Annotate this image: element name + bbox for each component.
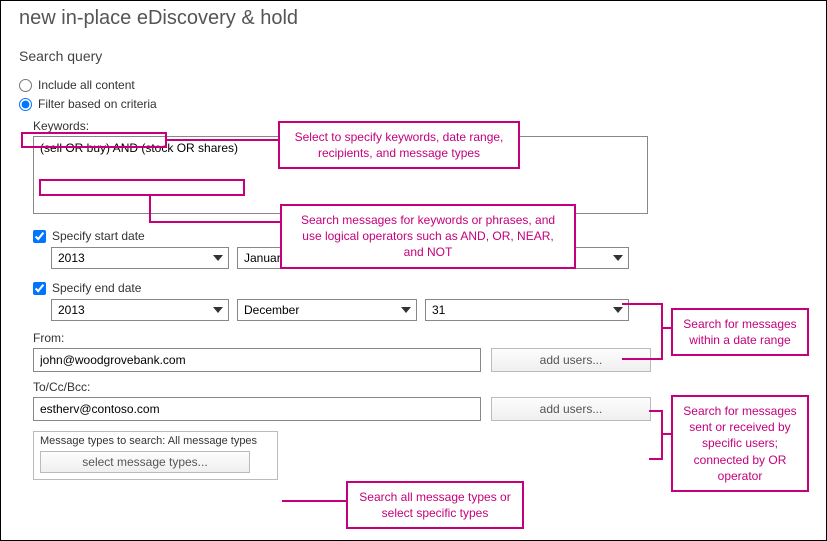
radio-filter-based[interactable]	[19, 98, 32, 111]
callout-date-range: Search for messages within a date range	[671, 308, 809, 356]
callout-keywords: Search messages for keywords or phrases,…	[280, 204, 576, 269]
message-types-block: Message types to search: All message typ…	[33, 431, 278, 480]
to-add-users-button[interactable]: add users...	[491, 397, 651, 421]
radio-filter-based-label: Filter based on criteria	[38, 97, 157, 111]
callout-msgtypes: Search all message types or select speci…	[346, 481, 524, 529]
to-label: To/Cc/Bcc:	[33, 380, 808, 394]
select-message-types-button[interactable]: select message types...	[40, 451, 250, 473]
radio-include-all[interactable]	[19, 79, 32, 92]
connector-c3-h	[661, 327, 671, 329]
connector-c3-v	[661, 303, 663, 360]
checkbox-start-date[interactable]	[33, 230, 46, 243]
section-title: Search query	[19, 48, 808, 64]
start-date-label: Specify start date	[52, 229, 145, 243]
radio-include-all-label: Include all content	[38, 78, 135, 92]
from-add-users-button[interactable]: add users...	[491, 348, 651, 372]
connector-c4-h	[661, 433, 671, 435]
checkbox-end-date[interactable]	[33, 282, 46, 295]
callout-users: Search for messages sent or received by …	[671, 395, 809, 492]
to-input[interactable]	[33, 397, 481, 421]
connector-c3-a	[622, 303, 662, 305]
connector-c4-v	[661, 410, 663, 460]
page-title: new in-place eDiscovery & hold	[19, 7, 808, 30]
start-year-select[interactable]: 2013	[51, 247, 229, 269]
end-year-select[interactable]: 2013	[51, 299, 229, 321]
connector-c2-h	[149, 221, 280, 223]
end-date-label: Specify end date	[52, 281, 141, 295]
message-types-label: Message types to search: All message typ…	[40, 435, 271, 447]
connector-c2-v	[149, 196, 151, 223]
end-day-select[interactable]: 31	[425, 299, 629, 321]
connector-c1	[167, 139, 278, 141]
callout-filter: Select to specify keywords, date range, …	[278, 121, 520, 169]
connector-c5	[282, 500, 346, 502]
end-month-select[interactable]: December	[237, 299, 417, 321]
connector-c3-b	[622, 358, 662, 360]
from-input[interactable]	[33, 348, 481, 372]
